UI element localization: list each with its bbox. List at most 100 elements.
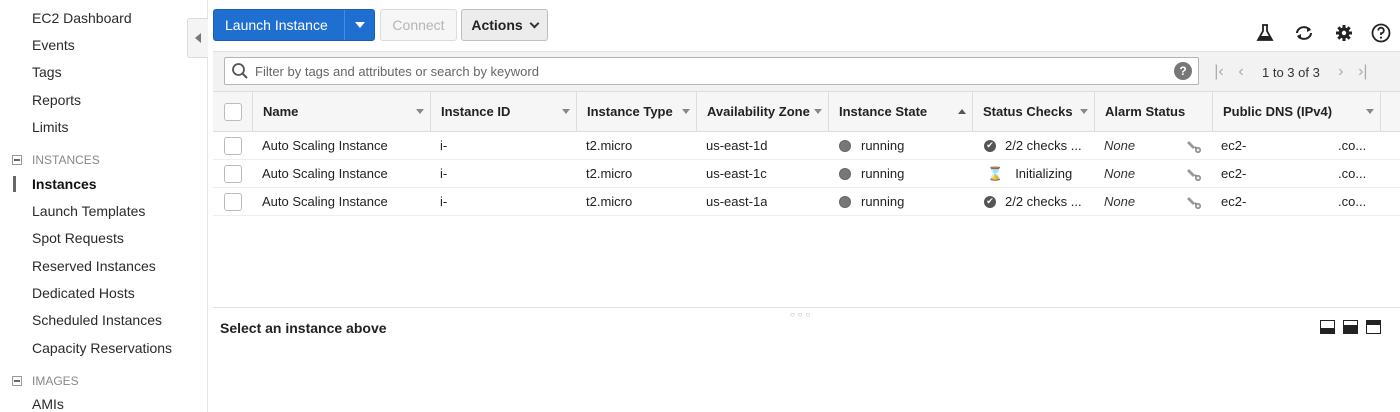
state-text: running [861,138,905,153]
cell-public-dns: ec2- [1221,138,1247,153]
actions-label: Actions [471,17,523,33]
cell-instance-state: running [839,188,904,215]
sidebar-item-capacity-reservations[interactable]: Capacity Reservations [32,340,172,356]
refresh-icon[interactable] [1293,22,1315,44]
search-icon [231,62,249,80]
cell-name: Auto Scaling Instance [262,194,388,209]
sidebar-item-events[interactable]: Events [32,37,75,53]
select-all-cell [213,92,253,131]
filter-bar: ? |‹ ‹ 1 to 3 of 3 › ›| [213,51,1400,91]
chevron-down-icon [529,18,540,28]
row-checkbox[interactable] [224,192,242,211]
alarm-bell-icon[interactable] [1186,138,1202,154]
column-header-instance-state[interactable]: Instance State [829,92,973,131]
cell-status-checks: ✔ 2/2 checks ... [984,188,1094,215]
pane-divider[interactable] [213,307,1400,308]
state-text: running [861,166,905,181]
connect-button[interactable]: Connect [380,9,457,41]
cell-instance-state: running [839,132,904,159]
column-label: Availability Zone [707,104,810,119]
sidebar-item-dedicated-hosts[interactable]: Dedicated Hosts [32,285,135,301]
table-row[interactable]: Auto Scaling Instance i- t2.micro us-eas… [213,132,1400,160]
alarm-bell-icon[interactable] [1186,166,1202,182]
column-header-status-checks[interactable]: Status Checks [973,92,1095,131]
search-box[interactable]: ? [224,57,1199,85]
launch-dropdown-toggle[interactable] [344,10,374,40]
table-row[interactable]: Auto Scaling Instance i- t2.micro us-eas… [213,160,1400,188]
prev-page-icon[interactable]: ‹ [1230,63,1252,81]
resize-grip-icon[interactable]: ○○○ [790,310,814,319]
search-input[interactable] [255,63,1174,79]
state-indicator-icon [839,139,851,152]
cell-public-dns-suffix: .co... [1338,166,1367,181]
sort-icon [1080,109,1088,114]
status-text: 2/2 checks ... [1005,194,1082,209]
sidebar-item-reports[interactable]: Reports [32,92,81,108]
sidebar-item-limits[interactable]: Limits [32,119,69,135]
select-all-checkbox[interactable] [223,102,242,121]
column-header-alarm-status[interactable]: Alarm Status [1095,92,1213,131]
column-header-name[interactable]: Name [253,92,431,131]
table-row[interactable]: Auto Scaling Instance i- t2.micro us-eas… [213,188,1400,216]
gear-icon[interactable] [1333,22,1355,44]
column-label: Alarm Status [1105,104,1186,119]
cell-public-dns: ec2- [1221,166,1247,181]
column-header-availability-zone[interactable]: Availability Zone [697,92,829,131]
cell-status-checks: ⌛ Initializing [987,160,1097,187]
cell-alarm-status: None [1104,194,1136,209]
status-text: Initializing [1015,166,1073,181]
cell-instance-id: i- [440,138,448,153]
layout-split-icon[interactable] [1343,320,1358,334]
layout-top-icon[interactable] [1366,320,1381,334]
table-header: Name Instance ID Instance Type Availabil… [213,91,1400,132]
sidebar-item-ec2-dashboard[interactable]: EC2 Dashboard [32,10,132,26]
layout-bottom-icon[interactable] [1320,320,1335,334]
alarm-bell-icon[interactable] [1186,194,1202,210]
row-checkbox[interactable] [224,136,242,155]
next-page-icon[interactable]: › [1330,63,1352,81]
sidebar-item-tags[interactable]: Tags [32,64,62,80]
sidebar-section-label: INSTANCES [32,153,100,167]
sidebar-collapse-toggle[interactable] [187,18,208,58]
sort-icon [682,109,690,114]
cell-public-dns-suffix: .co... [1338,194,1367,209]
pagination: |‹ ‹ 1 to 3 of 3 › ›| [1208,58,1374,86]
question-icon[interactable]: ? [1174,62,1192,80]
cell-alarm-status: None [1104,138,1136,153]
flask-icon[interactable] [1254,22,1276,44]
cell-availability-zone: us-east-1c [706,166,767,181]
sidebar-item-reserved-instances[interactable]: Reserved Instances [32,258,156,274]
column-label: Name [263,104,299,119]
sidebar-section-instances[interactable]: INSTANCES [12,153,100,167]
status-text: 2/2 checks ... [1005,138,1082,153]
sort-icon [562,109,570,114]
column-label: Instance Type [587,104,673,119]
details-placeholder: Select an instance above [220,320,387,336]
sort-icon [1366,109,1374,114]
sidebar-item-launch-templates[interactable]: Launch Templates [32,203,145,219]
actions-button[interactable]: Actions [461,9,548,41]
cell-availability-zone: us-east-1a [706,194,768,209]
collapse-icon[interactable] [12,155,22,165]
column-label: Public DNS (IPv4) [1223,104,1333,119]
column-label: Instance State [839,104,928,119]
column-header-instance-type[interactable]: Instance Type [577,92,697,131]
sidebar-item-spot-requests[interactable]: Spot Requests [32,230,124,246]
help-icon[interactable] [1370,22,1392,44]
column-header-instance-id[interactable]: Instance ID [431,92,577,131]
cell-instance-id: i- [440,166,448,181]
column-header-public-dns[interactable]: Public DNS (IPv4) [1213,92,1381,131]
launch-instance-button[interactable]: Launch Instance [213,9,375,41]
sidebar-item-amis[interactable]: AMIs [32,396,64,412]
last-page-icon[interactable]: ›| [1352,63,1374,81]
sidebar-item-instances[interactable]: Instances [32,176,97,192]
first-page-icon[interactable]: |‹ [1208,63,1230,81]
cell-instance-state: running [839,160,904,187]
sidebar-item-scheduled-instances[interactable]: Scheduled Instances [32,312,162,328]
hourglass-icon: ⌛ [987,165,1004,181]
column-label: Status Checks [983,104,1073,119]
collapse-icon[interactable] [12,376,22,386]
state-text: running [861,194,905,209]
sidebar-section-images[interactable]: IMAGES [12,374,79,388]
row-checkbox[interactable] [224,164,242,183]
